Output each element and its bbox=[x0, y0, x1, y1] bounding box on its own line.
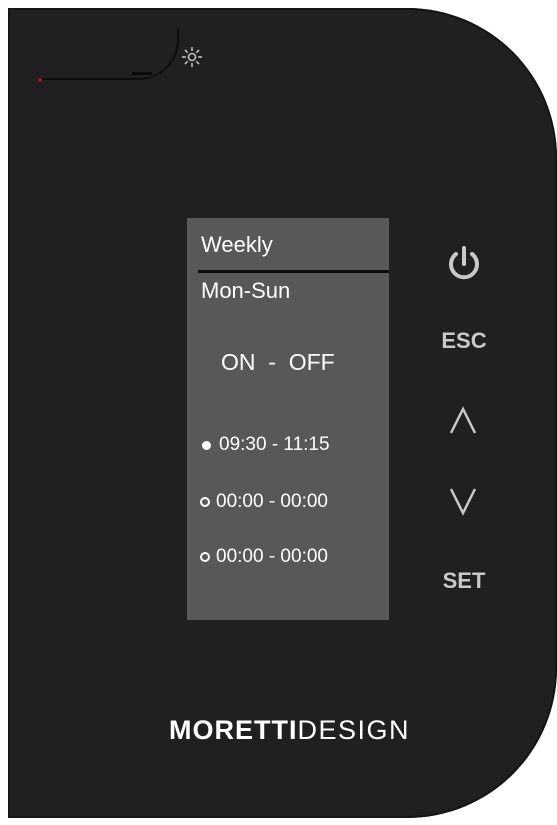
time-slot-2[interactable]: 00:00 - 00:00 bbox=[200, 491, 328, 513]
time-slot-text: 00:00 - 00:00 bbox=[216, 546, 328, 567]
display-screen: Weekly Mon-Sun ON - OFF 09:30 - 11:15 00… bbox=[187, 218, 389, 620]
on-off-header: ON - OFF bbox=[221, 349, 335, 375]
chevron-down-icon bbox=[449, 488, 477, 516]
indicator-dot bbox=[38, 78, 42, 82]
time-slot-text: 00:00 - 00:00 bbox=[216, 491, 328, 512]
power-icon bbox=[449, 246, 479, 280]
sun-icon bbox=[182, 47, 202, 67]
esc-button[interactable]: ESC bbox=[436, 328, 492, 354]
title-divider bbox=[198, 270, 389, 273]
top-recess bbox=[39, 28, 179, 80]
power-button[interactable] bbox=[441, 240, 487, 286]
screen-title: Weekly bbox=[201, 232, 273, 257]
brand-name-light: DESIGN bbox=[297, 715, 411, 745]
down-button[interactable] bbox=[440, 482, 486, 522]
selected-bullet-icon bbox=[202, 440, 211, 450]
time-slot-text: 09:30 - 11:15 bbox=[219, 434, 330, 455]
day-range: Mon-Sun bbox=[201, 278, 291, 303]
time-slot-1[interactable]: 09:30 - 11:15 bbox=[200, 434, 330, 456]
up-button[interactable] bbox=[440, 400, 486, 440]
unselected-bullet-icon bbox=[200, 497, 210, 507]
brand-name-bold: MORETTI bbox=[169, 715, 298, 745]
brand-logo: MORETTIDESIGN bbox=[169, 715, 410, 746]
unselected-bullet-icon bbox=[200, 552, 210, 562]
set-button[interactable]: SET bbox=[436, 568, 492, 594]
chevron-up-icon bbox=[449, 406, 477, 434]
recess-mark bbox=[132, 72, 152, 75]
time-slot-3[interactable]: 00:00 - 00:00 bbox=[200, 546, 328, 568]
